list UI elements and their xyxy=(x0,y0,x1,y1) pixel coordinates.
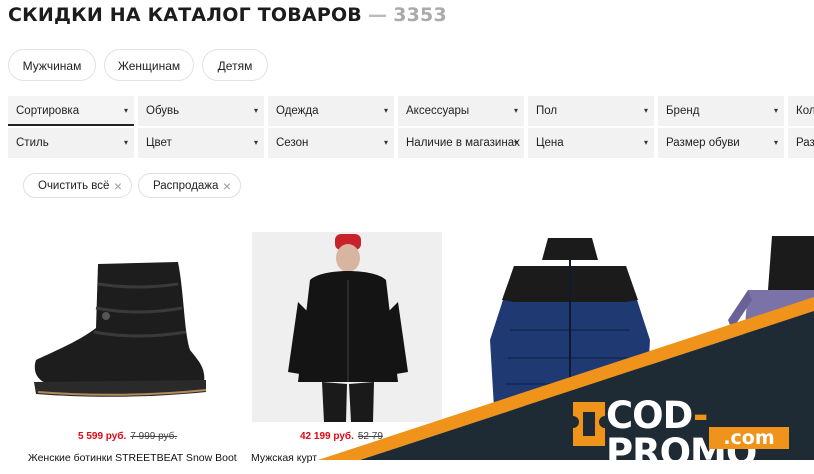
filter-in-stock-label: Наличие в магазинах xyxy=(406,137,520,149)
filter-sort-label: Сортировка xyxy=(16,105,80,117)
segment-kids[interactable]: Детям xyxy=(202,49,268,81)
filter-shoes-label: Обувь xyxy=(146,105,180,117)
chevron-down-icon: ▾ xyxy=(383,138,388,147)
product-price: 42 199 руб. 52 79 xyxy=(300,431,383,442)
filter-season-label: Сезон xyxy=(276,137,309,149)
product-image-boot[interactable] xyxy=(28,232,218,422)
chevron-down-icon: ▾ xyxy=(513,138,518,147)
filter-color-label: Цвет xyxy=(146,137,172,149)
chevron-down-icon: ▾ xyxy=(643,106,648,115)
product-price-old: 7 999 руб. xyxy=(130,431,178,442)
filter-season[interactable]: Сезон ▾ xyxy=(268,128,394,158)
filter-in-stock[interactable]: Наличие в магазинах ▾ xyxy=(398,128,524,158)
chevron-down-icon: ▾ xyxy=(643,138,648,147)
page-title: СКИДКИ НА КАТАЛОГ ТОВАРОВ —3353 xyxy=(8,4,447,26)
chevron-down-icon: ▾ xyxy=(123,106,128,115)
filter-shoe-size-label: Размер обуви xyxy=(666,137,740,149)
product-image-jacket-man[interactable] xyxy=(252,232,442,422)
segment-men[interactable]: Мужчинам xyxy=(8,49,96,81)
filter-brand[interactable]: Бренд ▾ xyxy=(658,96,784,126)
filter-collection[interactable]: Колл xyxy=(788,96,814,126)
filter-price[interactable]: Цена ▾ xyxy=(528,128,654,158)
product-price-new: 42 199 руб. xyxy=(300,431,354,442)
filter-color[interactable]: Цвет ▾ xyxy=(138,128,264,158)
ticket-icon xyxy=(573,402,605,446)
page-title-text: СКИДКИ НА КАТАЛОГ ТОВАРОВ xyxy=(8,4,362,26)
close-icon[interactable]: × xyxy=(114,174,122,198)
segment-women[interactable]: Женщинам xyxy=(104,49,194,81)
close-icon[interactable]: × xyxy=(223,174,231,198)
sale-chip-label: Распродажа xyxy=(153,180,219,192)
filter-brand-label: Бренд xyxy=(666,105,700,117)
product-image-jacket-blue[interactable] xyxy=(470,230,670,420)
filter-accessories[interactable]: Аксессуары ▾ xyxy=(398,96,524,126)
filter-style-label: Стиль xyxy=(16,137,49,149)
product-count: 3353 xyxy=(393,4,447,26)
filter-shoe-size[interactable]: Размер обуви ▾ xyxy=(658,128,784,158)
chevron-down-icon: ▾ xyxy=(253,138,258,147)
clear-all-label: Очистить всё xyxy=(38,180,110,192)
sale-chip[interactable]: Распродажа × xyxy=(138,173,241,198)
chevron-down-icon: ▾ xyxy=(773,138,778,147)
chevron-down-icon: ▾ xyxy=(383,106,388,115)
filter-gender-label: Пол xyxy=(536,105,558,117)
filter-size[interactable]: Разм xyxy=(788,128,814,158)
filter-sort[interactable]: Сортировка ▾ xyxy=(8,96,134,126)
title-dash: — xyxy=(367,4,388,26)
clear-all-chip[interactable]: Очистить всё × xyxy=(23,173,132,198)
promo-domain: .com xyxy=(709,427,789,449)
chevron-down-icon: ▾ xyxy=(123,138,128,147)
filter-size-label: Разм xyxy=(796,137,814,149)
filter-style[interactable]: Стиль ▾ xyxy=(8,128,134,158)
product-name[interactable]: Женские ботинки STREETBEAT Snow Boot xyxy=(28,452,237,464)
product-price-old: 52 79 xyxy=(357,431,383,442)
filter-clothing-label: Одежда xyxy=(276,105,319,117)
chevron-down-icon: ▾ xyxy=(513,106,518,115)
chevron-down-icon: ▾ xyxy=(773,106,778,115)
filter-gender[interactable]: Пол ▾ xyxy=(528,96,654,126)
product-name[interactable]: Мужская курт xyxy=(251,452,317,464)
product-price-new: 5 599 руб. xyxy=(78,431,127,442)
filter-price-label: Цена xyxy=(536,137,564,149)
filter-clothing[interactable]: Одежда ▾ xyxy=(268,96,394,126)
filter-accessories-label: Аксессуары xyxy=(406,105,470,117)
product-price: 5 599 руб. 7 999 руб. xyxy=(78,431,177,442)
chevron-down-icon: ▾ xyxy=(253,106,258,115)
filter-collection-label: Колл xyxy=(796,105,814,117)
product-image-jacket-purple[interactable] xyxy=(728,230,814,420)
filter-shoes[interactable]: Обувь ▾ xyxy=(138,96,264,126)
